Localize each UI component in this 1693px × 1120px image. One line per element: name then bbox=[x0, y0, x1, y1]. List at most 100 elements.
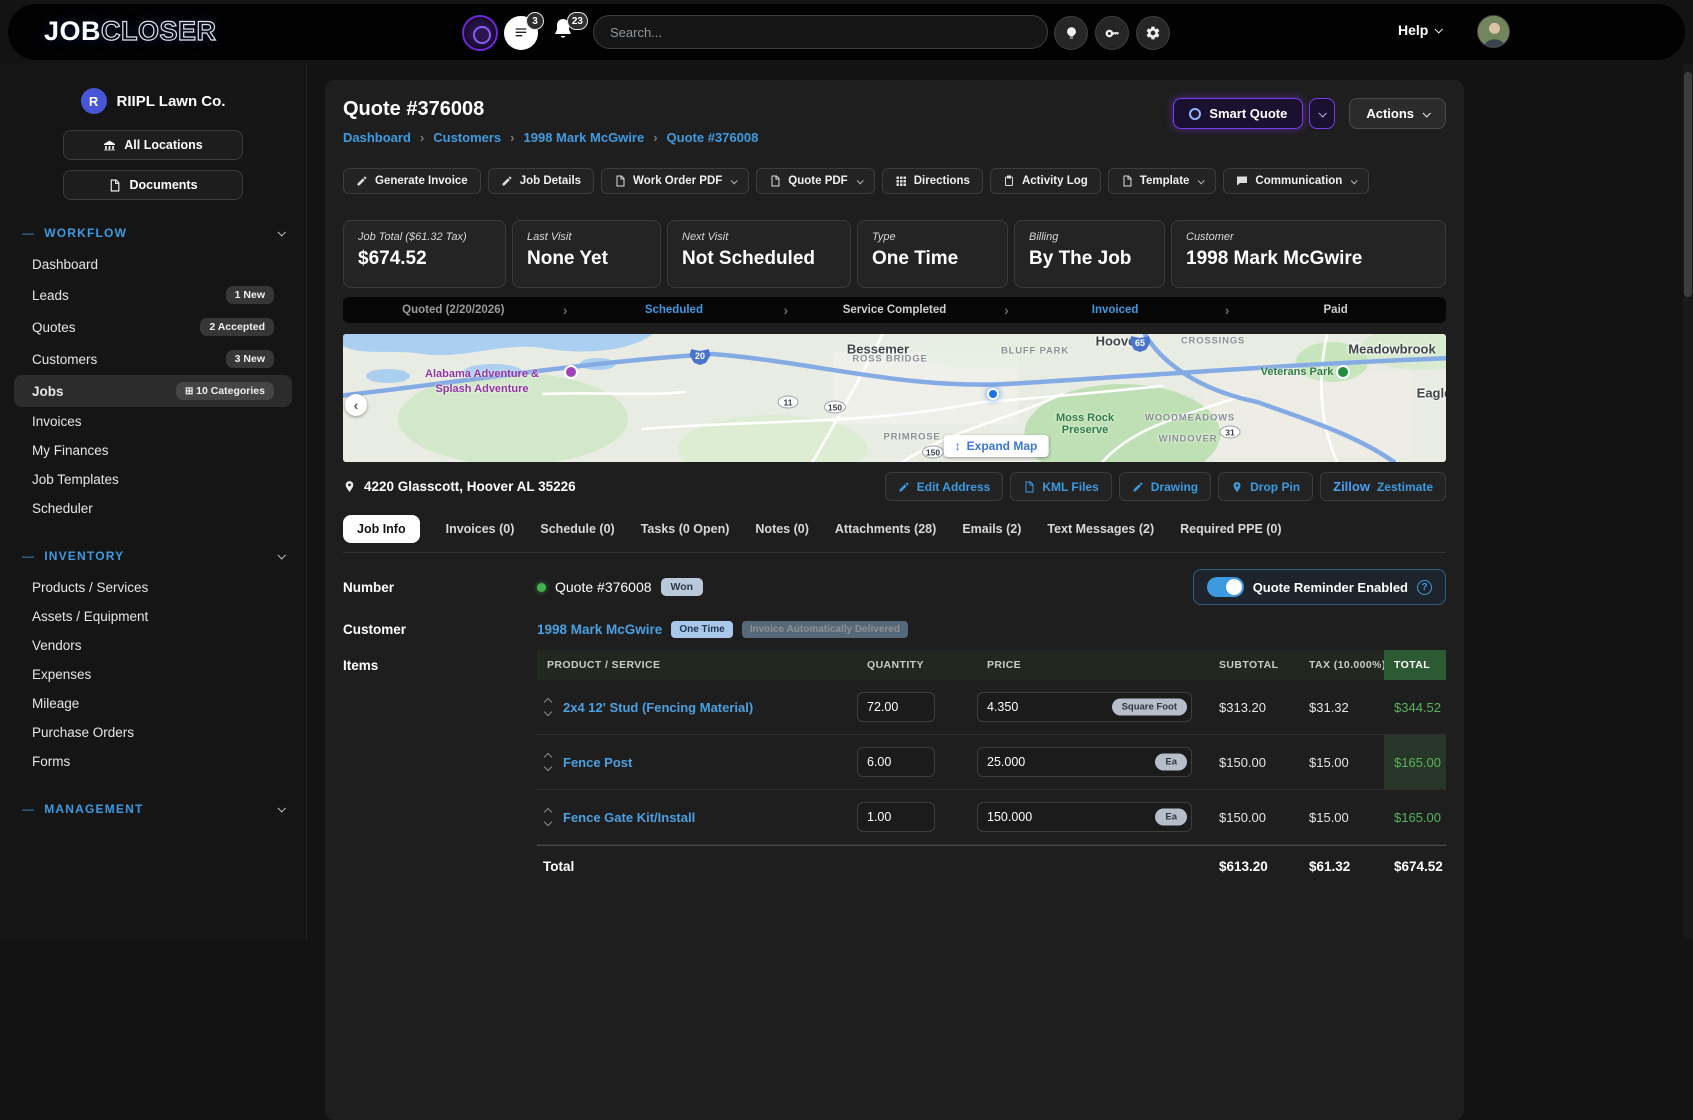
ideas-button[interactable] bbox=[1054, 16, 1088, 50]
sidebar-item-mileage[interactable]: Mileage bbox=[14, 689, 292, 718]
help-menu[interactable]: Help bbox=[1398, 22, 1441, 38]
customer-link[interactable]: 1998 Mark McGwire bbox=[537, 622, 662, 637]
sidebar-item-customers[interactable]: Customers3 New bbox=[14, 343, 292, 375]
quantity-input[interactable] bbox=[857, 802, 935, 832]
tab-schedule[interactable]: Schedule (0) bbox=[540, 515, 614, 543]
tab-notes[interactable]: Notes (0) bbox=[755, 515, 808, 543]
customer-row: Customer 1998 Mark McGwire One Time Invo… bbox=[343, 621, 1446, 638]
notifications-button[interactable]: 23 bbox=[551, 17, 581, 47]
kml-files-button[interactable]: KML Files bbox=[1010, 472, 1111, 501]
breadcrumb-customers[interactable]: Customers bbox=[411, 130, 501, 145]
item-link[interactable]: Fence Post bbox=[563, 755, 632, 770]
section-workflow[interactable]: WORKFLOW bbox=[22, 226, 284, 240]
drawing-button[interactable]: Drawing bbox=[1119, 472, 1211, 501]
scrollbar-thumb[interactable] bbox=[1684, 72, 1692, 297]
documents-button[interactable]: Documents bbox=[63, 170, 243, 200]
drop-pin-button[interactable]: Drop Pin bbox=[1218, 472, 1313, 501]
communication-button[interactable]: Communication bbox=[1223, 168, 1369, 194]
scrollbar-track[interactable] bbox=[1683, 64, 1693, 939]
chevron-down-icon bbox=[1319, 109, 1327, 117]
quote-reminder-toggle[interactable] bbox=[1207, 577, 1244, 597]
access-keys-button[interactable] bbox=[1095, 16, 1129, 50]
tab-job-info[interactable]: Job Info bbox=[343, 515, 420, 543]
progress-invoiced[interactable]: Invoiced bbox=[1005, 304, 1226, 316]
documents-label: Documents bbox=[129, 178, 197, 192]
stat-job-total: Job Total ($61.32 Tax)$674.52 bbox=[343, 220, 506, 288]
pulse-status-icon[interactable] bbox=[462, 15, 498, 51]
smart-quote-button[interactable]: Smart Quote bbox=[1173, 98, 1303, 129]
company-switcher[interactable]: R RIIPL Lawn Co. bbox=[0, 88, 306, 114]
quote-pdf-button[interactable]: Quote PDF bbox=[756, 168, 874, 194]
directions-button[interactable]: Directions bbox=[882, 168, 983, 194]
tab-required-ppe[interactable]: Required PPE (0) bbox=[1180, 515, 1281, 543]
sidebar-item-dashboard[interactable]: Dashboard bbox=[14, 250, 292, 279]
progress-scheduled[interactable]: Scheduled bbox=[564, 304, 785, 316]
logo-text-primary: JOB bbox=[44, 16, 101, 46]
quantity-input[interactable] bbox=[857, 747, 935, 777]
breadcrumb-quote[interactable]: Quote #376008 bbox=[644, 130, 758, 145]
tab-attachments[interactable]: Attachments (28) bbox=[835, 515, 936, 543]
user-avatar[interactable] bbox=[1477, 15, 1510, 48]
map[interactable]: Bessemer Alabama Adventure & Splash Adve… bbox=[343, 334, 1446, 462]
subtotal-value: $150.00 bbox=[1209, 810, 1299, 825]
sidebar-item-invoices[interactable]: Invoices bbox=[14, 407, 292, 436]
edit-address-button[interactable]: Edit Address bbox=[885, 472, 1004, 501]
route-shield: 150 bbox=[922, 446, 944, 459]
sidebar-item-scheduler[interactable]: Scheduler bbox=[14, 494, 292, 523]
items-table-header: PRODUCT / SERVICE QUANTITY PRICE SUBTOTA… bbox=[537, 650, 1446, 680]
sidebar-item-jobs[interactable]: Jobs10 Categories bbox=[14, 375, 292, 407]
zillow-zestimate-button[interactable]: ZillowZestimate bbox=[1320, 472, 1446, 501]
map-collapse-control[interactable] bbox=[345, 394, 367, 416]
breadcrumb-customer-name[interactable]: 1998 Mark McGwire bbox=[501, 130, 644, 145]
row-reorder-handle[interactable] bbox=[543, 697, 553, 717]
messages-button[interactable]: 3 bbox=[504, 16, 538, 50]
tab-tasks[interactable]: Tasks (0 Open) bbox=[641, 515, 730, 543]
expand-map-button[interactable]: Expand Map bbox=[944, 435, 1049, 457]
sidebar-item-purchase-orders[interactable]: Purchase Orders bbox=[14, 718, 292, 747]
template-button[interactable]: Template bbox=[1108, 168, 1217, 194]
app-logo[interactable]: JOBCLOSER bbox=[44, 16, 217, 47]
all-locations-label: All Locations bbox=[124, 138, 202, 152]
map-label-neighborhood: ROSS BRIDGE bbox=[852, 354, 927, 365]
all-locations-button[interactable]: All Locations bbox=[63, 130, 243, 160]
search-input[interactable] bbox=[593, 15, 1048, 49]
section-inventory[interactable]: INVENTORY bbox=[22, 549, 284, 563]
sidebar-item-leads[interactable]: Leads1 New bbox=[14, 279, 292, 311]
generate-invoice-button[interactable]: Generate Invoice bbox=[343, 168, 481, 194]
quantity-input[interactable] bbox=[857, 692, 935, 722]
pencil-icon bbox=[898, 481, 910, 493]
row-reorder-handle[interactable] bbox=[543, 752, 553, 772]
sidebar-item-job-templates[interactable]: Job Templates bbox=[14, 465, 292, 494]
sidebar-item-expenses[interactable]: Expenses bbox=[14, 660, 292, 689]
breadcrumb-dashboard[interactable]: Dashboard bbox=[343, 130, 411, 145]
sidebar-item-vendors[interactable]: Vendors bbox=[14, 631, 292, 660]
actions-button[interactable]: Actions bbox=[1349, 98, 1446, 129]
tab-text-messages[interactable]: Text Messages (2) bbox=[1047, 515, 1154, 543]
activity-log-button[interactable]: Activity Log bbox=[990, 168, 1101, 194]
sidebar-item-assets-equipment[interactable]: Assets / Equipment bbox=[14, 602, 292, 631]
row-reorder-handle[interactable] bbox=[543, 807, 553, 827]
job-location-marker[interactable] bbox=[987, 388, 999, 400]
section-management[interactable]: MANAGEMENT bbox=[22, 802, 284, 816]
attraction-poi-icon bbox=[564, 365, 578, 379]
help-tooltip-icon[interactable] bbox=[1417, 580, 1432, 595]
sidebar-item-products-services[interactable]: Products / Services bbox=[14, 573, 292, 602]
breadcrumb: DashboardCustomers1998 Mark McGwireQuote… bbox=[343, 130, 758, 145]
sidebar-item-my-finances[interactable]: My Finances bbox=[14, 436, 292, 465]
tax-value: $31.32 bbox=[1299, 700, 1384, 715]
item-link[interactable]: 2x4 12' Stud (Fencing Material) bbox=[563, 700, 753, 715]
tab-emails[interactable]: Emails (2) bbox=[962, 515, 1021, 543]
map-label-neighborhood: BLUFF PARK bbox=[1001, 346, 1069, 357]
sidebar-item-quotes[interactable]: Quotes2 Accepted bbox=[14, 311, 292, 343]
settings-button[interactable] bbox=[1136, 16, 1170, 50]
job-details-button[interactable]: Job Details bbox=[488, 168, 594, 194]
number-row: Number Quote #376008 Won Quote Reminder … bbox=[343, 569, 1446, 605]
tab-invoices[interactable]: Invoices (0) bbox=[446, 515, 515, 543]
sidebar-item-forms[interactable]: Forms bbox=[14, 747, 292, 776]
status-progress-bar: Quoted (2/20/2026) Scheduled Service Com… bbox=[343, 297, 1446, 323]
item-link[interactable]: Fence Gate Kit/Install bbox=[563, 810, 695, 825]
map-label-city: Eagle bbox=[1417, 386, 1446, 401]
work-order-pdf-button[interactable]: Work Order PDF bbox=[601, 168, 749, 194]
park-tree-icon bbox=[1336, 365, 1350, 379]
smart-quote-dropdown[interactable] bbox=[1309, 98, 1335, 129]
